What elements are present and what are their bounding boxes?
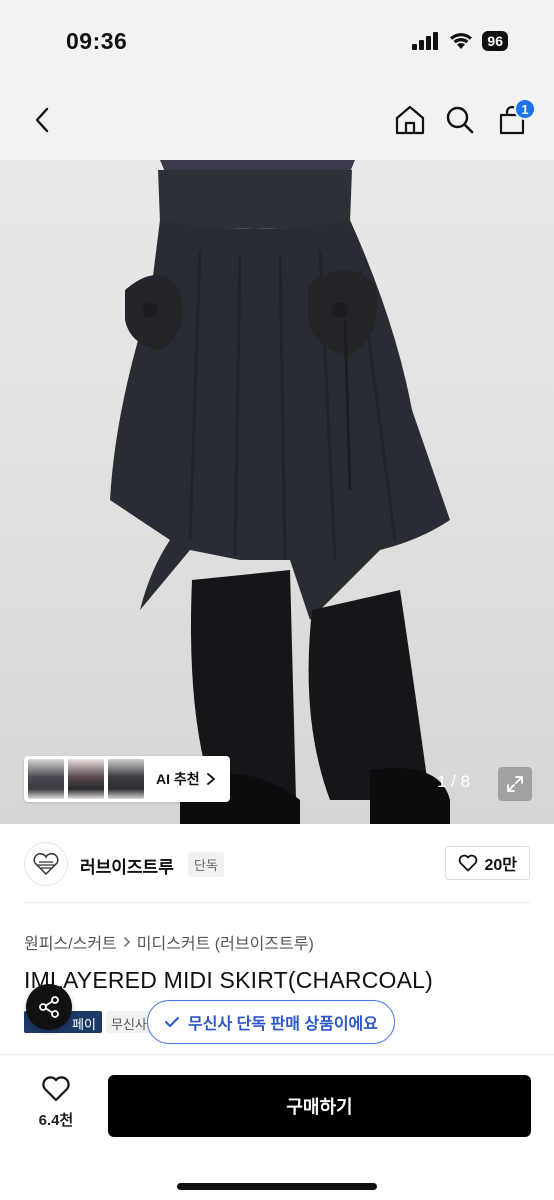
bottom-action-bar: 6.4천 구매하기 bbox=[0, 1054, 554, 1200]
signal-icon bbox=[412, 32, 439, 50]
wifi-icon bbox=[450, 33, 473, 49]
thumbnail[interactable] bbox=[108, 759, 144, 799]
battery-icon: 96 bbox=[482, 31, 508, 51]
check-icon bbox=[165, 1017, 179, 1027]
divider bbox=[24, 902, 530, 903]
cart-count-badge: 1 bbox=[514, 98, 536, 120]
status-time: 09:36 bbox=[66, 28, 128, 54]
wishlist-button[interactable]: 6.4천 bbox=[24, 1075, 88, 1130]
recommendation-strip[interactable]: AI 추천 bbox=[24, 756, 230, 802]
share-icon bbox=[39, 996, 59, 1018]
image-counter: 1 / 8 bbox=[437, 772, 471, 791]
product-title: IMLAYERED MIDI SKIRT(CHARCOAL) bbox=[24, 967, 433, 993]
brand-name[interactable]: 러브이즈트루 bbox=[80, 853, 174, 878]
home-button[interactable] bbox=[392, 102, 428, 138]
back-icon bbox=[35, 107, 49, 133]
heart-icon bbox=[42, 1076, 70, 1102]
ai-recommend-button[interactable]: AI 추천 bbox=[148, 769, 226, 789]
musinsa-tag: 무신사 bbox=[106, 1011, 153, 1033]
wishlist-count: 6.4천 bbox=[38, 1112, 74, 1129]
product-photo bbox=[110, 160, 450, 824]
heart-logo-icon bbox=[33, 853, 59, 875]
search-button[interactable] bbox=[442, 102, 478, 138]
thumbnail[interactable] bbox=[28, 759, 64, 799]
exclusive-toast: 무신사 단독 판매 상품이에요 bbox=[147, 1000, 395, 1044]
heart-icon bbox=[459, 854, 478, 872]
chevron-right-icon bbox=[123, 936, 130, 948]
exclusive-toast-text: 무신사 단독 판매 상품이에요 bbox=[188, 1016, 378, 1033]
product-image[interactable]: AI 추천 1 / 8 bbox=[0, 160, 554, 824]
thumbnail[interactable] bbox=[68, 759, 104, 799]
brand-like-count: 20만 bbox=[484, 857, 517, 874]
ai-recommend-label: AI 추천 bbox=[156, 771, 200, 787]
status-icons: 96 bbox=[412, 31, 508, 51]
expand-icon bbox=[507, 776, 523, 792]
breadcrumb: 원피스/스커트 미디스커트 (러브이즈트루) bbox=[24, 930, 314, 954]
brand-like-button[interactable]: 20만 bbox=[445, 846, 530, 880]
status-bar: 09:36 96 bbox=[0, 0, 554, 80]
chevron-right-icon bbox=[206, 773, 216, 785]
cart-button[interactable]: 1 bbox=[494, 98, 536, 138]
search-icon bbox=[446, 106, 474, 134]
expand-button[interactable] bbox=[498, 767, 532, 801]
home-indicator bbox=[177, 1183, 377, 1190]
home-icon bbox=[395, 105, 425, 135]
exclusive-tag: 단독 bbox=[188, 852, 224, 877]
buy-button[interactable]: 구매하기 bbox=[108, 1075, 531, 1137]
back-button[interactable] bbox=[24, 102, 60, 138]
nav-bar: 1 bbox=[0, 80, 554, 160]
breadcrumb-subcategory[interactable]: 미디스커트 (러브이즈트루) bbox=[137, 930, 314, 954]
brand-logo[interactable] bbox=[24, 842, 68, 886]
share-button[interactable] bbox=[26, 984, 72, 1030]
breadcrumb-category[interactable]: 원피스/스커트 bbox=[24, 930, 117, 954]
brand-row[interactable]: 러브이즈트루 단독 20만 bbox=[0, 838, 554, 892]
